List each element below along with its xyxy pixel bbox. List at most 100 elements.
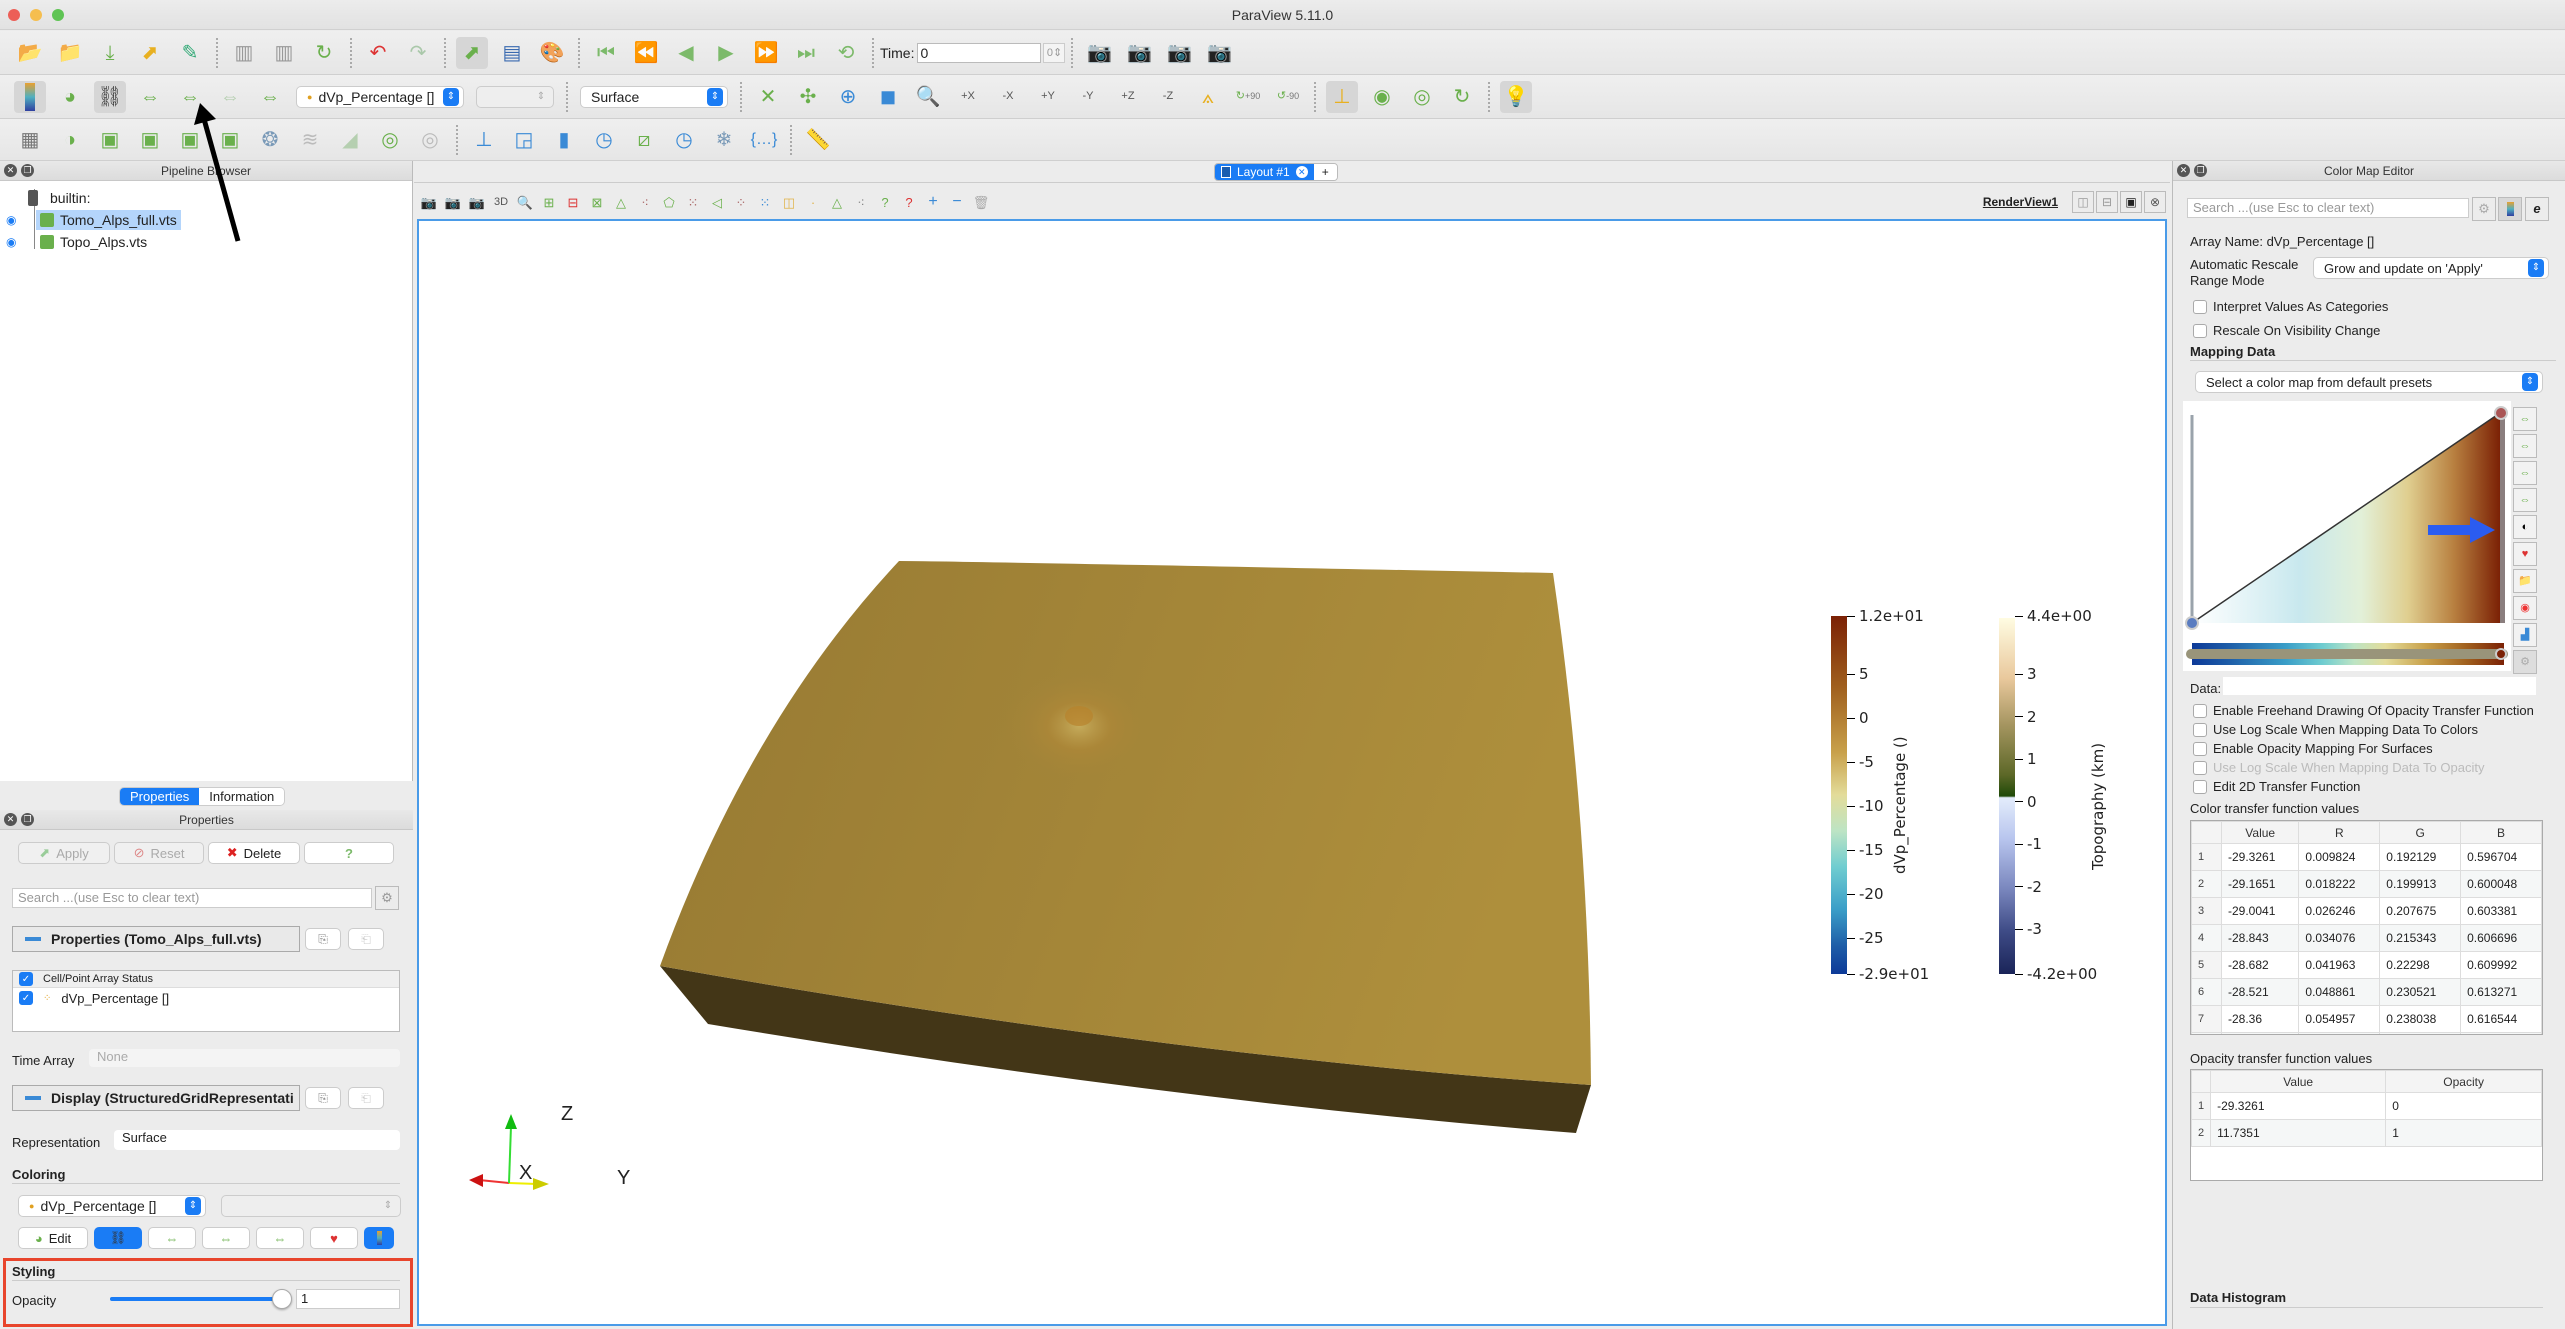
edit-colormap-icon[interactable]: ◕ [54, 81, 86, 113]
warp-by-vector-icon[interactable]: ◢ [334, 124, 366, 156]
table-cell[interactable]: 0.041963 [2298, 951, 2381, 979]
colormap-option-checkbox[interactable]: Edit 2D Transfer Function [2193, 777, 2534, 796]
column-header[interactable]: B [2460, 821, 2542, 844]
zoom-closest-icon[interactable]: ◼ [872, 81, 904, 113]
split-horizontal-icon[interactable]: ◫ [2072, 191, 2094, 213]
rescale-to-visible-range-icon[interactable]: ⇔ [2513, 488, 2537, 512]
table-cell[interactable]: 0.245475 [2379, 1032, 2462, 1034]
table-cell[interactable]: 0.207675 [2379, 897, 2462, 925]
minimize-window-button[interactable] [30, 9, 42, 21]
glyph-icon[interactable]: ❂ [254, 124, 286, 156]
checkbox-box[interactable] [2193, 299, 2207, 314]
close-panel-icon[interactable]: ✕ [2177, 164, 2190, 177]
checkbox-box[interactable] [2193, 741, 2207, 756]
table-cell[interactable]: -28.682 [2220, 951, 2300, 979]
delete-button[interactable]: ✖ Delete [208, 842, 300, 864]
interpret-categories-checkbox[interactable]: Interpret Values As Categories [2193, 297, 2388, 316]
table-cell[interactable]: -29.3261 [2210, 1092, 2387, 1120]
rotate-minus-90-icon[interactable]: ↺ -90 [1272, 81, 1304, 113]
table-cell[interactable]: 0.215343 [2379, 924, 2462, 952]
colormap-option-checkbox[interactable]: Use Log Scale When Mapping Data To Opaci… [2193, 758, 2534, 777]
data-value-field[interactable] [2223, 677, 2536, 695]
opacity-control-point-max[interactable] [2494, 406, 2508, 420]
reset-button[interactable]: ⊘ Reset [114, 842, 204, 864]
view-minus-x-icon[interactable]: -X [992, 81, 1024, 113]
select-blocks-icon[interactable]: ⁙ [754, 191, 776, 213]
table-cell[interactable]: 0.613271 [2460, 978, 2542, 1006]
pipeline-root[interactable]: builtin: [28, 188, 90, 208]
view-plus-z-icon[interactable]: +Z [1112, 81, 1144, 113]
apply-button[interactable]: ⬈ Apply [18, 842, 110, 864]
checkbox-box[interactable] [2193, 779, 2207, 794]
isometric-view-icon[interactable]: ⟑ [1192, 81, 1224, 113]
clip-icon[interactable]: ▣ [94, 124, 126, 156]
opacity-tf-table[interactable]: Value Opacity 1 -29.3261 0 2 11.7351 1 [2190, 1069, 2543, 1181]
view-plus-y-icon[interactable]: +Y [1032, 81, 1064, 113]
column-header[interactable]: Opacity [2385, 1070, 2542, 1093]
toggle-colorbar-button[interactable] [364, 1227, 394, 1249]
properties-search-input[interactable]: Search ...(use Esc to clear text) [12, 888, 372, 908]
loop-icon[interactable]: ⟲ [830, 37, 862, 69]
paste-display-button[interactable]: ⎗ [348, 1087, 384, 1109]
table-row[interactable]: 7 -28.36 0.054957 0.238038 0.616544 [2191, 1005, 2542, 1033]
table-cell[interactable]: 0.603381 [2460, 897, 2542, 925]
float-panel-icon[interactable]: ❐ [21, 164, 34, 177]
tab-properties[interactable]: Properties [120, 788, 200, 805]
table-row[interactable]: 6 -28.521 0.048861 0.230521 0.613271 [2191, 978, 2542, 1006]
properties-section-header[interactable]: Properties (Tomo_Alps_full.vts) [12, 926, 300, 952]
clear-selection-trash-icon[interactable]: 🗑 [970, 191, 992, 213]
table-cell[interactable]: 0.600048 [2460, 870, 2542, 898]
grow-selection-icon[interactable]: + [922, 191, 944, 213]
table-cell[interactable]: 0.026246 [2298, 897, 2381, 925]
camera-settings-icon[interactable]: 📷 [1083, 37, 1115, 69]
table-cell[interactable]: 0.609992 [2460, 951, 2542, 979]
contour-icon[interactable]: ◑ [54, 124, 86, 156]
close-panel-icon[interactable]: ✕ [4, 164, 17, 177]
toggle-colorbar-icon[interactable] [14, 80, 46, 113]
table-cell[interactable]: 0.018222 [2298, 870, 2381, 898]
table-row[interactable]: 8-28.19890.0605880.2454750.619791 [2191, 1032, 2542, 1034]
colormap-option-checkbox[interactable]: Use Log Scale When Mapping Data To Color… [2193, 720, 2534, 739]
table-cell[interactable]: -29.1651 [2220, 870, 2300, 898]
table-cell[interactable]: 0.596704 [2460, 843, 2542, 871]
coloring-array-select[interactable]: ● dVp_Percentage [] ⇕ [18, 1195, 206, 1217]
table-row[interactable]: 2 11.7351 1 [2191, 1119, 2542, 1147]
rescale-to-data-range-icon[interactable]: ⇔ [2513, 407, 2537, 431]
select-all-arrays-checkbox[interactable]: ✓ [19, 972, 33, 986]
color-ramp-slider-track[interactable] [2186, 649, 2508, 659]
select-cells-subtract-icon[interactable]: ⊟ [562, 191, 584, 213]
last-frame-icon[interactable]: ⏭ [790, 37, 822, 69]
rescale-temporal-button[interactable]: ⇔ [256, 1227, 304, 1249]
tab-information[interactable]: Information [199, 788, 285, 805]
color-tf-table[interactable]: Value R G B 1 -29.3261 0.009824 0.192129 0.5… [2190, 820, 2543, 1035]
colormap-option-checkbox[interactable]: Enable Freehand Drawing Of Opacity Trans… [2193, 701, 2534, 720]
table-cell[interactable]: 1 [2385, 1119, 2542, 1147]
select-cells-on-icon[interactable]: △ [610, 191, 632, 213]
float-panel-icon[interactable]: ❐ [21, 813, 34, 826]
rotate-plus-90-icon[interactable]: ↻ +90 [1232, 81, 1264, 113]
interactive-select-points-icon[interactable]: · [802, 191, 824, 213]
stream-tracer-icon[interactable]: ≋ [294, 124, 326, 156]
opacity-slider[interactable] [110, 1289, 292, 1309]
rescale-mode-select[interactable]: Grow and update on 'Apply' ⇕ [2313, 257, 2549, 279]
coloring-component-select[interactable]: ⇕ [221, 1195, 401, 1217]
zoom-to-box-icon[interactable]: 🔍 [912, 81, 944, 113]
plot-selection-icon[interactable]: ◲ [508, 124, 540, 156]
table-cell[interactable]: 0.230521 [2379, 978, 2462, 1006]
representation-field[interactable]: Surface [114, 1130, 400, 1150]
rescale-visibility-checkbox[interactable]: Rescale On Visibility Change [2193, 321, 2380, 340]
table-cell[interactable]: -28.521 [2220, 978, 2300, 1006]
rescale-range-button[interactable]: ⇔ [148, 1227, 196, 1249]
use-separate-colormap-icon[interactable]: ⛓ [94, 80, 126, 113]
next-frame-icon[interactable]: ⏩ [750, 37, 782, 69]
maximize-view-icon[interactable]: ▣ [2120, 191, 2142, 213]
nan-color-icon[interactable]: ◉ [2513, 596, 2537, 620]
server-disconnect-icon[interactable]: ▥ [268, 37, 300, 69]
table-cell[interactable]: 0.054957 [2298, 1005, 2381, 1033]
table-cell[interactable]: 0.192129 [2379, 843, 2462, 871]
table-row[interactable]: 3 -29.0041 0.026246 0.207675 0.603381 [2191, 897, 2542, 925]
show-center-icon[interactable]: ◉ [1366, 81, 1398, 113]
column-header[interactable]: Value [2220, 821, 2300, 844]
zoom-selection-icon[interactable]: 🔍 [514, 191, 536, 213]
tooltip-points-icon[interactable]: ? [898, 191, 920, 213]
